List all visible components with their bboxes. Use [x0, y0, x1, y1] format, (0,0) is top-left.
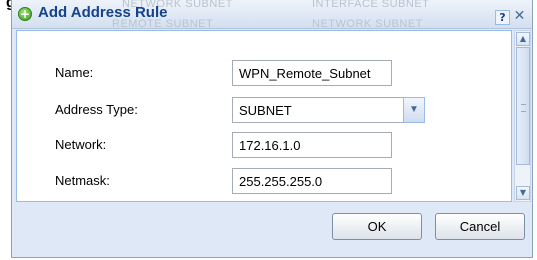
scroll-down-icon[interactable]: ▼	[516, 186, 530, 200]
cancel-button[interactable]: Cancel	[435, 213, 525, 240]
ok-button[interactable]: OK	[332, 213, 422, 240]
add-icon: +	[18, 7, 32, 21]
form-panel: Name: WPN_Remote_Subnet Address Type: SU…	[16, 30, 512, 202]
network-label: Network:	[55, 137, 107, 152]
ghost-row-right: NETWORK SUBNET	[312, 18, 423, 30]
vertical-scrollbar[interactable]: ▲ ▼	[514, 30, 531, 202]
address-type-select[interactable]: SUBNET ▼	[232, 97, 425, 123]
name-field[interactable]: WPN_Remote_Subnet	[232, 60, 392, 86]
chevron-down-icon[interactable]: ▼	[403, 97, 425, 123]
dialog-titlebar[interactable]: NETWORK SUBNET INTERFACE SUBNET REMOTE S…	[12, 0, 532, 30]
address-type-label: Address Type:	[55, 102, 138, 117]
grip-icon	[521, 104, 526, 112]
add-address-rule-dialog: NETWORK SUBNET INTERFACE SUBNET REMOTE S…	[11, 0, 533, 258]
address-type-value: SUBNET	[239, 103, 292, 118]
scroll-up-icon[interactable]: ▲	[516, 32, 530, 46]
name-label: Name:	[55, 65, 94, 80]
close-button[interactable]: ✕	[512, 9, 527, 25]
scroll-thumb[interactable]	[516, 47, 530, 165]
ghost-header-right: INTERFACE SUBNET	[312, 0, 430, 10]
netmask-field[interactable]: 255.255.255.0	[232, 168, 392, 194]
help-button[interactable]: ?	[495, 10, 510, 25]
dialog-title: Add Address Rule	[38, 4, 168, 21]
netmask-label: Netmask:	[55, 173, 110, 188]
network-field[interactable]: 172.16.1.0	[232, 132, 392, 158]
